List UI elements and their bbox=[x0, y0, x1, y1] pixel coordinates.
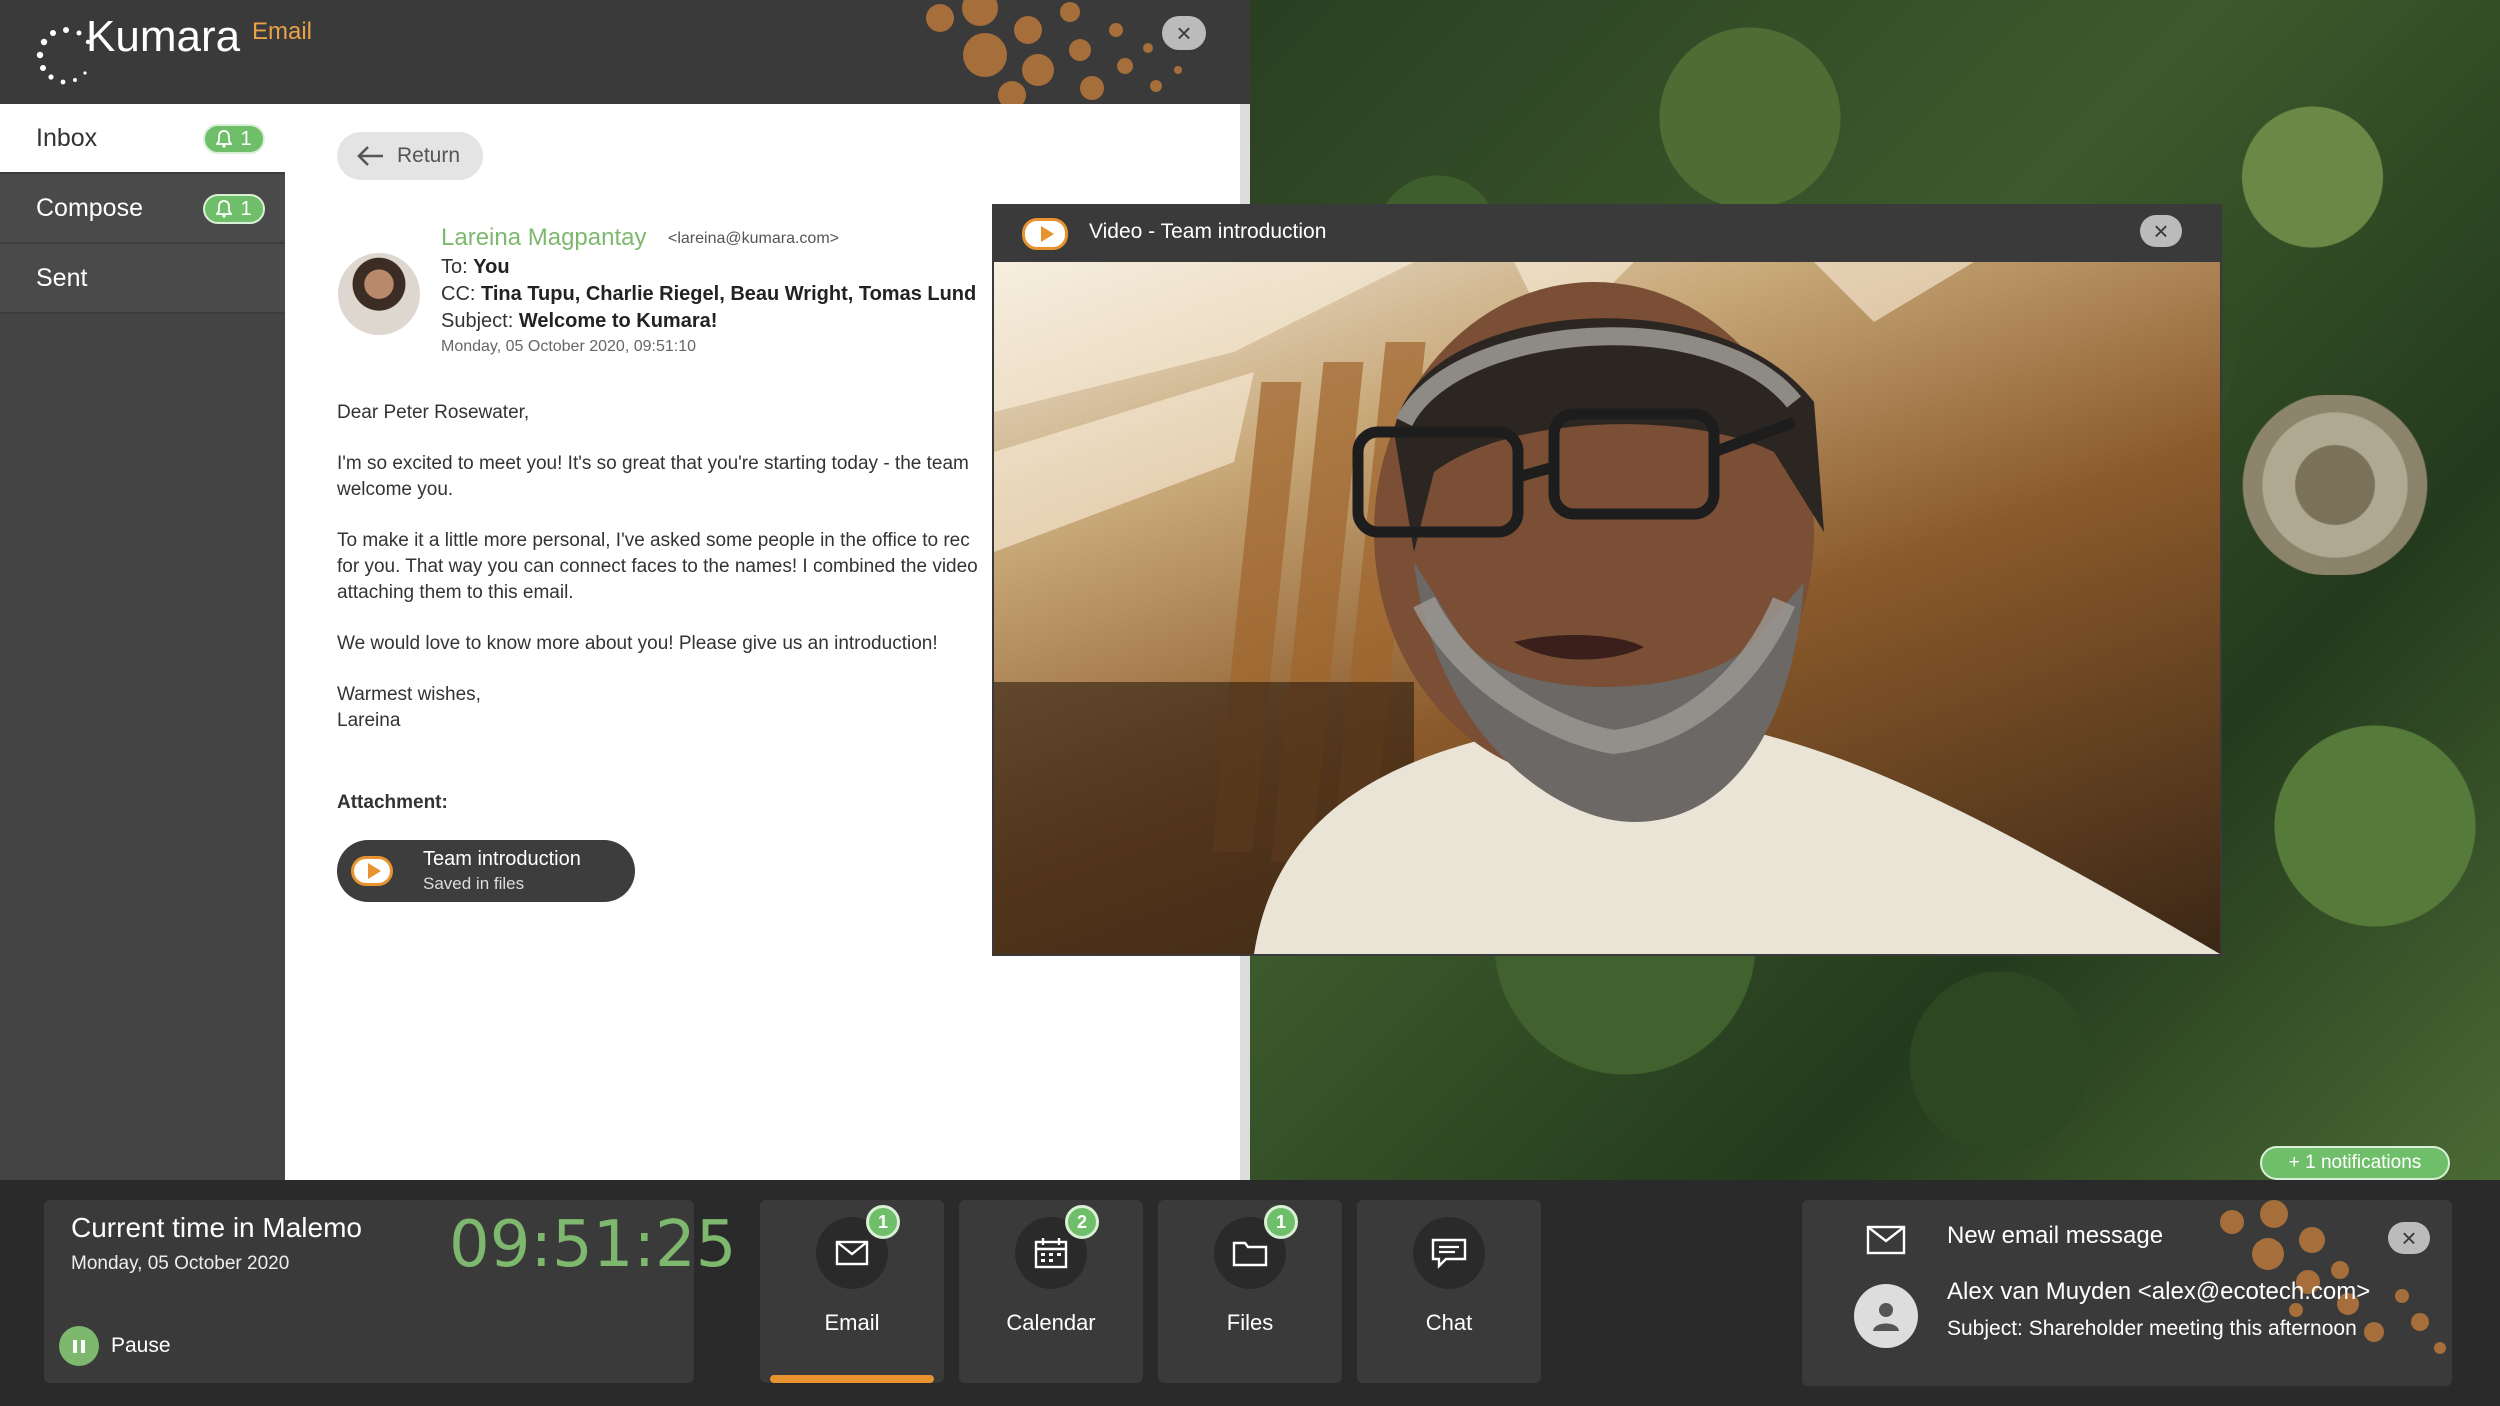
bell-icon bbox=[216, 130, 233, 148]
user-avatar-icon bbox=[1854, 1284, 1918, 1348]
clock-widget: Current time in Malemo Monday, 05 Octobe… bbox=[44, 1200, 736, 1383]
video-window-title: Video - Team introduction bbox=[1089, 220, 1327, 243]
sender-email: <lareina@kumara.com> bbox=[668, 230, 839, 247]
notification-title: New email message bbox=[1947, 1222, 2164, 1249]
body-paragraph: We would love to know more about you! Pl… bbox=[337, 633, 938, 654]
pause-label: Pause bbox=[111, 1334, 171, 1357]
bell-icon bbox=[216, 200, 233, 218]
compose-notification-badge: 1 bbox=[203, 194, 265, 224]
play-icon bbox=[351, 856, 393, 886]
active-indicator bbox=[770, 1375, 934, 1383]
chat-icon bbox=[1413, 1217, 1485, 1289]
inbox-notification-badge: 1 bbox=[203, 124, 265, 154]
notification-close-button[interactable]: × bbox=[2388, 1222, 2430, 1254]
sidebar-item-label: Inbox bbox=[36, 123, 98, 152]
sidebar-item-label: Sent bbox=[36, 263, 88, 292]
module-name: Email bbox=[252, 18, 313, 45]
video-scene bbox=[994, 262, 2220, 954]
video-player[interactable] bbox=[994, 262, 2220, 954]
email-app-header: Kumara Email × bbox=[0, 0, 1250, 104]
return-label: Return bbox=[397, 144, 461, 167]
email-body: Dear Peter Rosewater, I'm so excited to … bbox=[337, 400, 1037, 759]
attachment-team-introduction[interactable]: Team introduction Saved in files bbox=[337, 840, 635, 902]
play-icon bbox=[1022, 218, 1068, 250]
pause-button[interactable]: Pause bbox=[59, 1326, 171, 1366]
email-close-button[interactable]: × bbox=[1162, 16, 1206, 50]
mail-icon bbox=[1866, 1225, 1906, 1255]
notification-card[interactable]: New email message × Alex van Muyden <ale… bbox=[1802, 1200, 2452, 1386]
attachment-name: Team introduction bbox=[423, 848, 581, 870]
sender-avatar bbox=[338, 253, 420, 335]
more-notifications-button[interactable]: + 1 notifications bbox=[2260, 1146, 2450, 1180]
video-close-button[interactable]: × bbox=[2140, 215, 2182, 247]
sidebar-item-label: Compose bbox=[36, 193, 143, 222]
dock-chat[interactable]: Chat bbox=[1357, 1200, 1541, 1383]
email-sidebar: Inbox 1 Compose 1 Sent bbox=[0, 104, 285, 1180]
dock-label: Files bbox=[1226, 1310, 1274, 1335]
notification-subject: Subject: Shareholder meeting this aftern… bbox=[1947, 1317, 2357, 1340]
dock-label: Calendar bbox=[1006, 1310, 1096, 1335]
attachment-status: Saved in files bbox=[423, 874, 525, 893]
dock-label: Email bbox=[824, 1310, 880, 1335]
gazebo-image bbox=[2240, 395, 2430, 575]
clock-time: 09:51:25 bbox=[449, 1208, 737, 1282]
clock-title: Current time in Malemo bbox=[71, 1212, 362, 1243]
attachment-heading: Attachment: bbox=[337, 792, 448, 813]
to-line: To: You bbox=[441, 256, 510, 278]
arrow-left-icon bbox=[357, 146, 383, 166]
cc-line: CC: Tina Tupu, Charlie Riegel, Beau Wrig… bbox=[441, 283, 977, 305]
clock-date: Monday, 05 October 2020 bbox=[71, 1253, 290, 1274]
email-date: Monday, 05 October 2020, 09:51:10 bbox=[441, 338, 696, 355]
body-paragraph: To make it a little more personal, I've … bbox=[337, 530, 978, 603]
dock-label: Chat bbox=[1425, 1310, 1473, 1335]
brand-name: Kumara bbox=[86, 12, 241, 61]
dock-calendar[interactable]: 2 Calendar bbox=[959, 1200, 1143, 1383]
sidebar-item-inbox[interactable]: Inbox 1 bbox=[0, 104, 285, 174]
calendar-badge: 2 bbox=[1065, 1205, 1099, 1239]
sidebar-item-compose[interactable]: Compose 1 bbox=[0, 174, 285, 244]
files-badge: 1 bbox=[1264, 1205, 1298, 1239]
pause-icon bbox=[59, 1326, 99, 1366]
dock-files[interactable]: 1 Files bbox=[1158, 1200, 1342, 1383]
subject-line: Subject: Welcome to Kumara! bbox=[441, 310, 718, 332]
email-badge: 1 bbox=[866, 1205, 900, 1239]
sidebar-item-sent[interactable]: Sent bbox=[0, 244, 285, 314]
body-paragraph: I'm so excited to meet you! It's so grea… bbox=[337, 453, 969, 500]
notification-sender: Alex van Muyden <alex@ecotech.com> bbox=[1947, 1278, 2371, 1305]
body-paragraph: Dear Peter Rosewater, bbox=[337, 402, 530, 423]
video-window: Video - Team introduction × bbox=[992, 204, 2222, 956]
body-paragraph: Warmest wishes, Lareina bbox=[337, 684, 481, 731]
dock-email[interactable]: 1 Email bbox=[760, 1200, 944, 1383]
sender-name[interactable]: Lareina Magpantay bbox=[441, 224, 646, 252]
return-button[interactable]: Return bbox=[337, 132, 483, 180]
